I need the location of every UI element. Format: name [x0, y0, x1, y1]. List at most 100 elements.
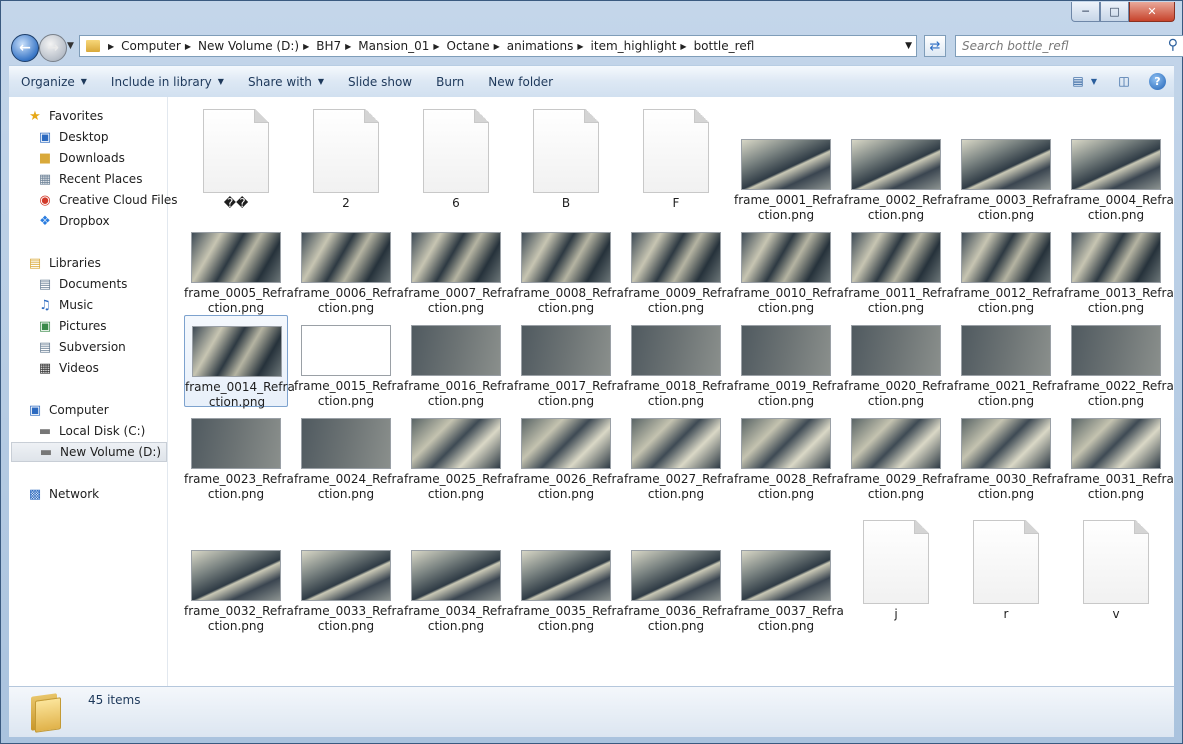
- breadcrumb-bottle-refl[interactable]: bottle_refl: [694, 39, 755, 53]
- file-item-image[interactable]: frame_0026_Refra ction.png: [514, 408, 624, 501]
- file-item-image[interactable]: frame_0020_Refra ction.png: [844, 315, 954, 408]
- new-folder-button[interactable]: New folder: [476, 75, 565, 89]
- chevron-right-icon[interactable]: ▶: [303, 42, 309, 51]
- file-item-image[interactable]: frame_0028_Refra ction.png: [734, 408, 844, 501]
- change-view-button[interactable]: ▤: [1067, 72, 1089, 90]
- image-thumbnail: [192, 326, 282, 377]
- slide-show-button[interactable]: Slide show: [336, 75, 424, 89]
- nav-network[interactable]: ▩ Network: [27, 484, 183, 504]
- file-name-continued: ction.png: [977, 487, 1035, 501]
- breadcrumb-item-highlight[interactable]: item_highlight ▶: [591, 39, 694, 53]
- file-item-image[interactable]: frame_0005_Refra ction.png: [184, 222, 294, 315]
- file-item-image[interactable]: frame_0010_Refra ction.png: [734, 222, 844, 315]
- file-item-image[interactable]: frame_0032_Refra ction.png: [184, 540, 294, 633]
- burn-button[interactable]: Burn: [424, 75, 476, 89]
- file-item-image[interactable]: frame_0003_Refra ction.png: [954, 129, 1064, 222]
- forward-button[interactable]: →: [39, 34, 67, 62]
- breadcrumb-octane[interactable]: Octane ▶: [447, 39, 507, 53]
- file-item-image[interactable]: frame_0021_Refra ction.png: [954, 315, 1064, 408]
- file-item-generic[interactable]: r: [954, 510, 1058, 630]
- nav-label: Subversion: [59, 340, 126, 354]
- refresh-button[interactable]: ⇄: [924, 35, 946, 57]
- nav-favorites[interactable]: ★ Favorites: [27, 106, 183, 126]
- file-item-image[interactable]: frame_0012_Refra ction.png: [954, 222, 1064, 315]
- close-button[interactable]: ✕: [1129, 2, 1175, 22]
- chevron-right-icon[interactable]: ▶: [185, 42, 191, 51]
- chevron-right-icon[interactable]: ▶: [345, 42, 351, 51]
- chevron-right-icon[interactable]: ▶: [680, 42, 686, 51]
- recent-pages-dropdown[interactable]: ▼: [67, 41, 74, 51]
- file-item-image[interactable]: frame_0008_Refra ction.png: [514, 222, 624, 315]
- file-item-image[interactable]: frame_0018_Refra ction.png: [624, 315, 734, 408]
- chevron-right-icon[interactable]: ▶: [433, 42, 439, 51]
- organize-label: Organize: [21, 74, 75, 89]
- search-icon[interactable]: ⚲: [1168, 37, 1178, 53]
- organize-button[interactable]: Organize ▼: [9, 75, 99, 89]
- breadcrumb-computer[interactable]: Computer ▶: [121, 39, 198, 53]
- file-item-image[interactable]: frame_0036_Refra ction.png: [624, 540, 734, 633]
- include-in-library-button[interactable]: Include in library ▼: [99, 75, 236, 89]
- file-item-image[interactable]: frame_0029_Refra ction.png: [844, 408, 954, 501]
- file-item-image[interactable]: frame_0024_Refra ction.png: [294, 408, 404, 501]
- breadcrumb-new-volume[interactable]: New Volume (D:) ▶: [198, 39, 316, 53]
- file-item-image[interactable]: frame_0025_Refra ction.png: [404, 408, 514, 501]
- nav-libraries[interactable]: ▤ Libraries: [27, 253, 183, 273]
- file-item-generic[interactable]: 6: [404, 99, 508, 219]
- chevron-right-icon[interactable]: ▶: [108, 42, 114, 51]
- breadcrumb-animations[interactable]: animations ▶: [507, 39, 591, 53]
- file-item-image[interactable]: frame_0023_Refra ction.png: [184, 408, 294, 501]
- nav-computer[interactable]: ▣ Computer: [27, 400, 183, 420]
- chevron-right-icon[interactable]: ▶: [577, 42, 583, 51]
- file-item-generic[interactable]: B: [514, 99, 618, 219]
- image-thumbnail: [1071, 418, 1161, 469]
- file-item-image[interactable]: frame_0002_Refra ction.png: [844, 129, 954, 222]
- file-name: frame_0032_Refra: [184, 604, 294, 618]
- file-item-image[interactable]: frame_0007_Refra ction.png: [404, 222, 514, 315]
- file-item-generic[interactable]: ��: [184, 99, 288, 219]
- file-item-image[interactable]: frame_0019_Refra ction.png: [734, 315, 844, 408]
- breadcrumb-bh7[interactable]: BH7 ▶: [316, 39, 358, 53]
- image-thumbnail: [301, 325, 391, 376]
- file-name: r: [1003, 607, 1009, 621]
- file-item-image[interactable]: frame_0001_Refra ction.png: [734, 129, 844, 222]
- file-name: frame_0003_Refra: [954, 193, 1064, 207]
- file-item-image[interactable]: frame_0030_Refra ction.png: [954, 408, 1064, 501]
- dropbox-icon: ❖: [39, 213, 51, 229]
- chevron-right-icon[interactable]: ▶: [494, 42, 500, 51]
- file-item-image[interactable]: frame_0013_Refra ction.png: [1064, 222, 1174, 315]
- file-item-image[interactable]: frame_0017_Refra ction.png: [514, 315, 624, 408]
- file-item-image[interactable]: frame_0027_Refra ction.png: [624, 408, 734, 501]
- file-item-image[interactable]: frame_0034_Refra ction.png: [404, 540, 514, 633]
- minimize-button[interactable]: ─: [1071, 2, 1100, 22]
- file-item-image[interactable]: frame_0022_Refra ction.png: [1064, 315, 1174, 408]
- file-item-image[interactable]: frame_0016_Refra ction.png: [404, 315, 514, 408]
- address-dropdown[interactable]: ▼: [905, 41, 912, 51]
- file-item-image[interactable]: frame_0031_Refra ction.png: [1064, 408, 1174, 501]
- share-with-button[interactable]: Share with ▼: [236, 75, 336, 89]
- file-item-image[interactable]: frame_0033_Refra ction.png: [294, 540, 404, 633]
- search-input[interactable]: Search bottle_refl ⚲: [955, 35, 1183, 57]
- file-item-image[interactable]: frame_0014_Refra ction.png: [184, 315, 295, 409]
- file-item-image[interactable]: frame_0006_Refra ction.png: [294, 222, 404, 315]
- breadcrumb-mansion[interactable]: Mansion_01 ▶: [358, 39, 446, 53]
- file-item-image[interactable]: frame_0011_Refra ction.png: [844, 222, 954, 315]
- file-item-image[interactable]: frame_0015_Refra ction.png: [294, 315, 404, 408]
- file-item-generic[interactable]: v: [1064, 510, 1168, 630]
- file-item-image[interactable]: frame_0037_Refra ction.png: [734, 540, 844, 633]
- address-bar[interactable]: ▶ Computer ▶ New Volume (D:) ▶ BH7 ▶ Mansio…: [79, 35, 917, 57]
- file-item-image[interactable]: frame_0004_Refra ction.png: [1064, 129, 1174, 222]
- back-button[interactable]: ←: [11, 34, 39, 62]
- preview-pane-button[interactable]: ◫: [1113, 72, 1135, 90]
- image-thumbnail: [411, 550, 501, 601]
- image-thumbnail: [521, 418, 611, 469]
- file-item-generic[interactable]: j: [844, 510, 948, 630]
- view-options-dropdown[interactable]: ▼: [1089, 72, 1099, 90]
- file-item-image[interactable]: frame_0009_Refra ction.png: [624, 222, 734, 315]
- file-item-image[interactable]: frame_0035_Refra ction.png: [514, 540, 624, 633]
- file-item-generic[interactable]: F: [624, 99, 728, 219]
- file-item-generic[interactable]: 2: [294, 99, 398, 219]
- help-button[interactable]: ?: [1149, 72, 1166, 90]
- image-thumbnail: [1071, 325, 1161, 376]
- maximize-button[interactable]: □: [1100, 2, 1129, 22]
- nav-new-volume[interactable]: ▬ New Volume (D:): [11, 442, 167, 462]
